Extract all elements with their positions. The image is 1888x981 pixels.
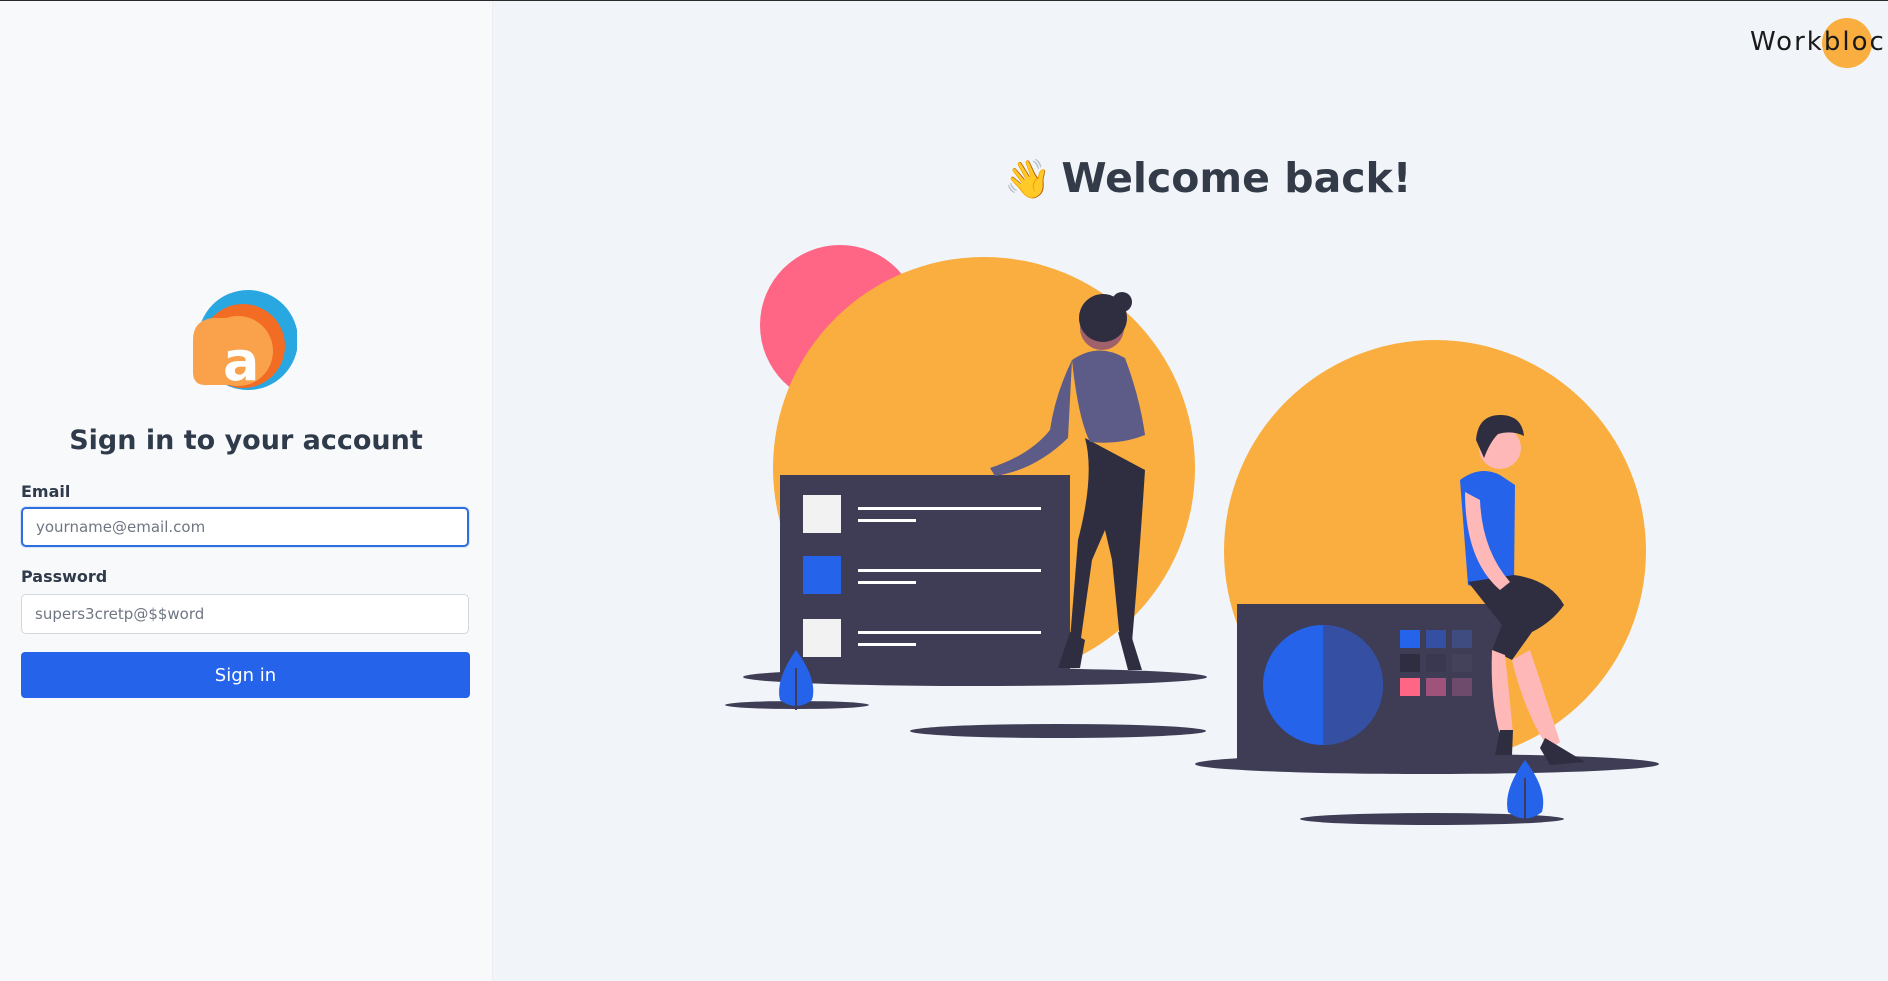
- app-logo-icon: a: [193, 290, 298, 393]
- sign-in-button[interactable]: Sign in: [21, 652, 470, 698]
- welcome-text: Welcome back!: [1061, 154, 1412, 202]
- dashboard-panel-icon: [780, 475, 1070, 675]
- page-title: Sign in to your account: [69, 425, 423, 456]
- welcome-heading: 👋 Welcome back!: [1004, 154, 1412, 202]
- logo-letter: a: [223, 330, 259, 390]
- brand-logo: Workbloc: [1750, 18, 1884, 68]
- password-field[interactable]: [21, 594, 469, 634]
- email-field[interactable]: [21, 507, 469, 547]
- email-label: Email: [21, 482, 71, 501]
- brand-name: Workbloc: [1750, 27, 1886, 57]
- hero-illustration: [700, 230, 1680, 840]
- chart-panel-icon: [1237, 604, 1502, 759]
- login-panel: a Sign in to your account Email Password…: [0, 1, 493, 981]
- password-label: Password: [21, 567, 108, 586]
- waving-hand-icon: 👋: [1004, 157, 1052, 201]
